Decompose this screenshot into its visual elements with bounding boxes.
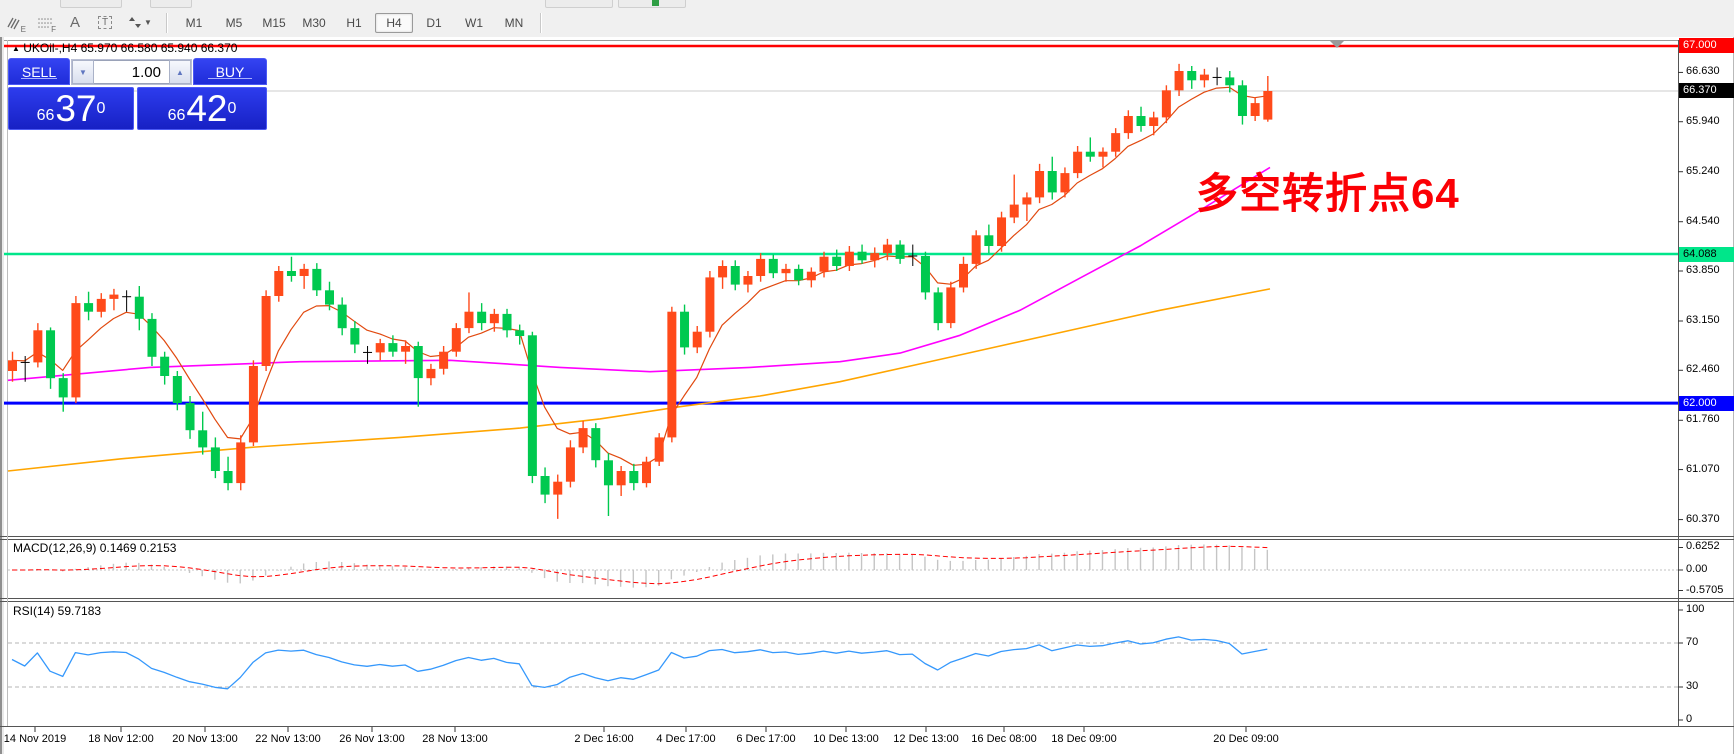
bid-price-small: 66 [36, 107, 55, 124]
chart-title: ▲ UKOil-,H4 65.970 66.580 65.940 66.370 [12, 41, 237, 55]
price-axis-tick: 63.850 [1686, 264, 1720, 276]
price-axis-tick: 61.760 [1686, 413, 1720, 426]
chart-annotation-text: 多空转折点64 [1196, 170, 1460, 217]
time-axis-label: 10 Dec 13:00 [813, 733, 879, 745]
price-level-badge: 67.000 [1679, 38, 1734, 54]
time-axis-label: 18 Nov 12:00 [88, 733, 154, 745]
time-axis-label: 14 Nov 2019 [3, 733, 67, 745]
time-axis-label: 12 Dec 13:00 [893, 733, 959, 745]
price-level-badge: 62.000 [1679, 395, 1734, 411]
price-level-badge: 64.088 [1679, 246, 1734, 262]
one-click-trading-panel: SELL ▼ ▲ BUY 66 37 0 66 42 0 [8, 58, 267, 130]
volume-increase-button[interactable]: ▲ [169, 60, 191, 84]
price-axis-tick: 60.370 [1686, 512, 1720, 525]
sell-price-button[interactable]: 66 37 0 [8, 87, 134, 130]
rsi-label: RSI(14) 59.7183 [13, 604, 102, 618]
buy-button[interactable]: BUY [193, 58, 267, 85]
ask-price-small: 66 [167, 107, 186, 124]
buy-button-label: BUY [215, 64, 245, 80]
time-axis-label: 26 Nov 13:00 [339, 733, 405, 745]
bid-price-big: 37 [55, 88, 97, 129]
price-axis-tick: 62.460 [1686, 363, 1720, 376]
chart-title-ohlc: 65.970 66.580 65.940 66.370 [80, 41, 238, 55]
trade-panel-top-row: SELL ▼ ▲ BUY [8, 58, 267, 86]
macd-axis-tick: 0.00 [1686, 563, 1708, 575]
ask-price-sup: 0 [227, 100, 237, 117]
time-axis-label: 2 Dec 16:00 [574, 733, 634, 745]
macd-axis-tick: -0.5705 [1686, 583, 1724, 596]
rsi-axis-tick: 30 [1686, 680, 1699, 692]
price-axis-tick: 66.630 [1686, 65, 1720, 78]
volume-decrease-button[interactable]: ▼ [72, 60, 94, 84]
chart-title-symbol: UKOil-,H4 [23, 41, 78, 55]
volume-input[interactable] [94, 60, 169, 84]
rsi-axis-tick: 0 [1686, 713, 1693, 725]
price-axis-tick: 64.540 [1686, 214, 1720, 227]
price-axis-tick: 65.240 [1686, 164, 1720, 177]
macd-label: MACD(12,26,9) 0.1469 0.2153 [13, 541, 177, 555]
buy-price-button[interactable]: 66 42 0 [137, 87, 267, 130]
spin-up-icon: ▲ [176, 68, 184, 77]
sell-button-label: SELL [21, 64, 57, 80]
metatrader-window: { "window": { "title_symbol": "UKOil-,H4… [0, 0, 1734, 754]
time-axis-label: 16 Dec 08:00 [971, 733, 1037, 745]
time-axis-label: 22 Nov 13:00 [255, 733, 321, 745]
price-level-badge: 66.370 [1679, 83, 1734, 99]
time-axis-label: 20 Dec 09:00 [1213, 733, 1279, 745]
rsi-axis-tick: 100 [1686, 603, 1705, 615]
time-axis-label: 20 Nov 13:00 [172, 733, 238, 745]
bid-price-sup: 0 [96, 100, 106, 117]
volume-stepper: ▼ ▲ [71, 59, 192, 85]
time-axis-label: 28 Nov 13:00 [422, 733, 488, 745]
ask-price-big: 42 [186, 88, 228, 129]
price-axis-tick: 61.070 [1686, 462, 1720, 475]
price-axis-tick: 65.940 [1686, 114, 1720, 127]
rsi-axis-tick: 70 [1686, 636, 1699, 648]
price-axis-tick: 63.150 [1686, 314, 1720, 326]
spin-down-icon: ▼ [79, 68, 87, 77]
collapse-triangle-icon[interactable]: ▲ [12, 44, 20, 53]
time-axis-label: 6 Dec 17:00 [736, 733, 796, 745]
sell-button[interactable]: SELL [8, 58, 70, 85]
macd-axis-tick: 0.6252 [1686, 540, 1720, 553]
time-axis-label: 4 Dec 17:00 [656, 733, 716, 745]
time-axis-label: 18 Dec 09:00 [1051, 733, 1117, 745]
